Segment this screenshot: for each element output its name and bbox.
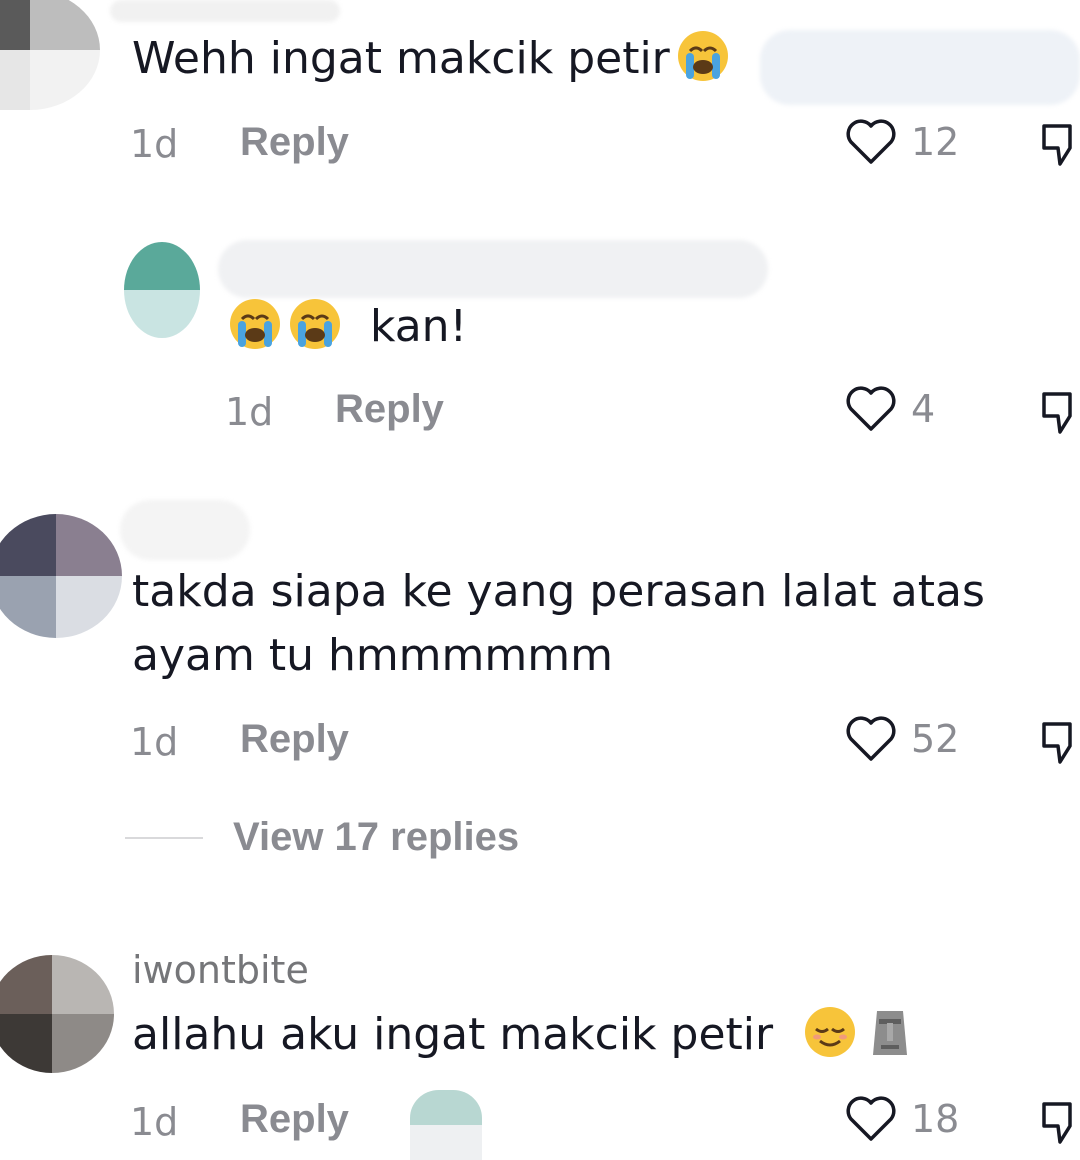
dislike-icon[interactable] [1040,388,1080,436]
heart-icon [846,1096,896,1141]
redacted-mention [760,30,1080,105]
view-replies-label: View 17 replies [233,815,520,859]
comment-time: 1d [130,1100,179,1144]
avatar[interactable] [0,955,114,1073]
reply-avatar-overlay [410,1090,482,1160]
view-replies-button[interactable]: View 17 replies [125,815,519,860]
reply-button[interactable]: Reply [335,387,444,432]
divider [125,836,203,839]
comment-time: 1d [225,390,274,434]
redacted-username [120,500,250,560]
moai-icon [873,1011,908,1055]
reply-button[interactable]: Reply [240,120,349,165]
like-button[interactable]: 4 [845,385,935,433]
like-count: 12 [911,120,960,164]
dislike-icon[interactable] [1040,718,1080,766]
avatar[interactable] [124,242,200,338]
comment-time: 1d [130,720,179,764]
like-button[interactable]: 18 [845,1095,959,1143]
heart-icon [846,716,896,761]
heart-icon [846,386,896,431]
like-count: 52 [911,717,960,761]
comment-username[interactable]: iwontbite [132,948,309,992]
comment-text: Wehh ingat makcik petir [132,27,730,91]
relieved-face-icon [805,1007,856,1057]
comment-text-line1: takda siapa ke yang perasan lalat atas [132,566,985,617]
avatar[interactable] [0,0,100,110]
heart-icon [846,119,896,164]
like-count: 18 [911,1097,960,1141]
crying-face-icon [230,299,280,349]
reply-button[interactable]: Reply [240,1097,349,1142]
like-count: 4 [911,387,936,431]
comment-text: allahu aku ingat makcik petir [132,1003,917,1067]
dislike-icon[interactable] [1040,120,1080,168]
redacted-username [218,240,768,298]
avatar[interactable] [0,514,122,638]
like-button[interactable]: 52 [845,715,959,763]
redacted-username [110,0,340,22]
crying-face-icon [677,31,728,81]
reply-button[interactable]: Reply [240,717,349,762]
crying-face-icon [290,299,340,349]
comment-text: kan! [228,295,467,359]
comment-text-line2: ayam tu hmmmmmm [132,630,613,681]
like-button[interactable]: 12 [845,118,959,166]
dislike-icon[interactable] [1040,1098,1080,1146]
comment-time: 1d [130,122,179,166]
